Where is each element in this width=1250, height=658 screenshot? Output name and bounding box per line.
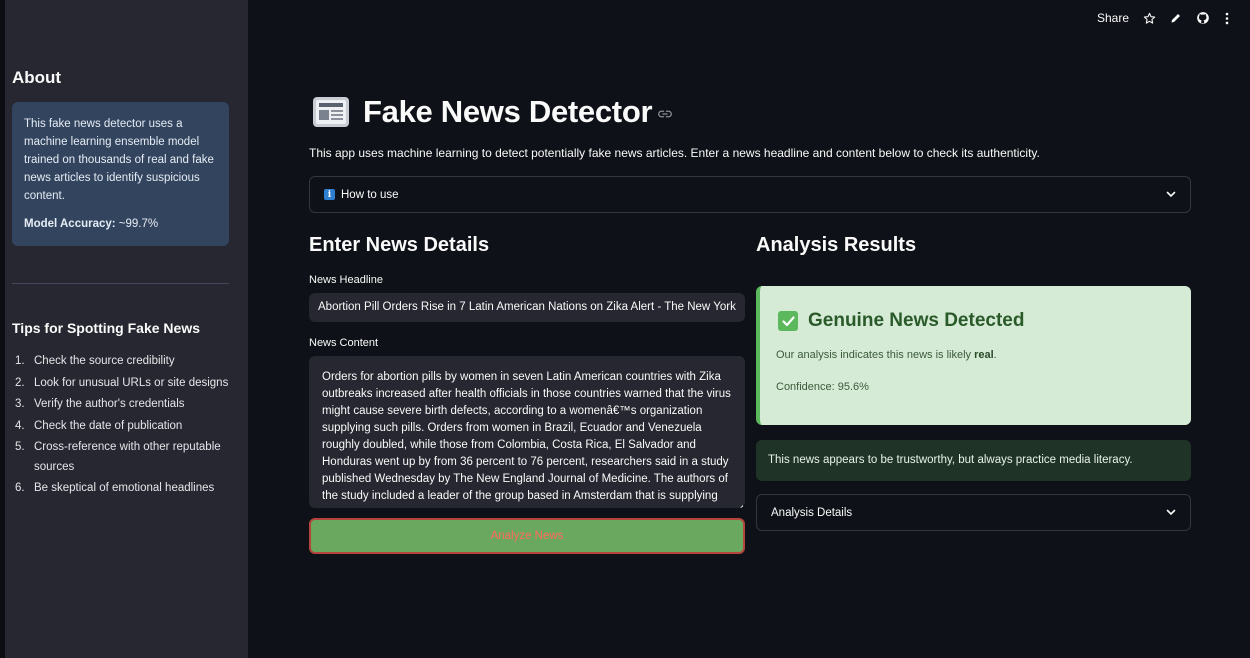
page-header: Fake News Detector (309, 94, 673, 130)
analysis-details-expander[interactable]: Analysis Details (756, 494, 1191, 531)
pencil-icon[interactable] (1170, 12, 1182, 24)
newspaper-icon (312, 95, 350, 129)
results-column: Analysis Results Genuine News Detected O… (756, 234, 1191, 531)
trust-message: This news appears to be trustworthy, but… (756, 440, 1191, 481)
tips-list: 1. Check the source credibility 2. Look fo… (12, 352, 232, 501)
tips-title: Tips for Spotting Fake News (12, 320, 200, 336)
about-text: This fake news detector uses a machine l… (24, 118, 214, 202)
chevron-down-icon (1166, 507, 1176, 519)
results-section-heading: Analysis Results (756, 234, 917, 256)
tip-item: 6. Be skeptical of emotional headlines (15, 482, 215, 494)
content-text: Orders for abortion pills by women in se… (322, 371, 731, 502)
verdict-summary: Our analysis indicates this news is like… (776, 349, 997, 361)
input-section-heading: Enter News Details (309, 234, 490, 256)
tip-item: 5. Cross-reference with other reputable s… (15, 441, 221, 473)
tip-item: 4. Check the date of publication (15, 419, 183, 432)
check-icon (778, 311, 798, 331)
analyze-news-button[interactable]: Analyze News (309, 518, 745, 554)
content-label: News Content (309, 337, 379, 349)
github-icon[interactable] (1196, 11, 1210, 25)
chevron-down-icon (1166, 189, 1176, 201)
page-title: Fake News Detector (363, 94, 653, 129)
sidebar: About This fake news detector uses a mac… (5, 0, 248, 658)
verdict-label: real (974, 349, 994, 361)
tip-item: 3. Verify the author's credentials (15, 398, 185, 410)
headline-input[interactable] (309, 293, 745, 322)
content-textarea[interactable]: Orders for abortion pills by women in se… (309, 356, 745, 508)
star-icon[interactable] (1143, 12, 1156, 25)
how-to-use-label: How to use (341, 188, 399, 201)
anchor-link-icon[interactable] (658, 106, 673, 124)
verdict-text: Genuine News Detected (808, 310, 1025, 331)
share-button[interactable]: Share (1097, 11, 1129, 25)
page-subtitle: This app uses machine learning to detect… (309, 146, 1040, 160)
top-toolbar: Share (1097, 11, 1230, 25)
analysis-details-label: Analysis Details (771, 506, 853, 519)
accuracy-value: ~99.7% (115, 218, 159, 230)
about-info-box: This fake news detector uses a machine l… (12, 102, 229, 246)
how-to-use-expander[interactable]: i How to use (309, 176, 1191, 213)
verdict-title: Genuine News Detected (778, 310, 1024, 332)
about-title: About (12, 68, 62, 87)
sidebar-divider (12, 283, 229, 284)
info-icon: i (324, 189, 335, 200)
result-card: Genuine News Detected Our analysis indic… (756, 286, 1191, 425)
tip-item: 1. Check the source credibility (15, 355, 175, 367)
confidence-text: Confidence: 95.6% (776, 381, 869, 393)
input-column: Enter News Details News Headline News Co… (309, 234, 745, 554)
headline-label: News Headline (309, 274, 383, 286)
resize-handle-icon[interactable] (737, 500, 743, 508)
more-vertical-icon[interactable] (1224, 12, 1230, 25)
accuracy-label: Model Accuracy: (24, 218, 116, 230)
tip-item: 2. Look for unusual URLs or site designs (15, 376, 229, 389)
model-accuracy: Model Accuracy: ~99.7% (24, 215, 217, 233)
